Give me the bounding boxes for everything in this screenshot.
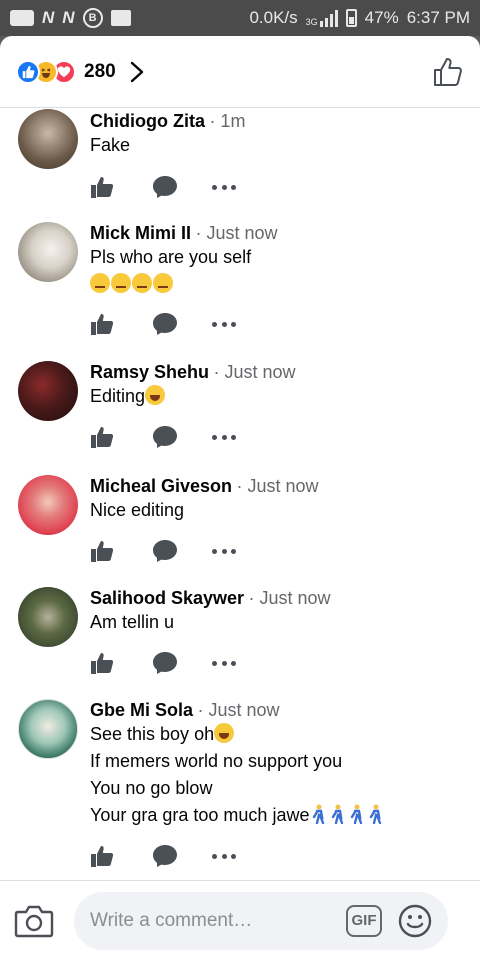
status-bar: N N B 0.0K/s 3G 47% 6:37 PM bbox=[0, 0, 480, 36]
comments-sheet: 280 Chidiogo Zita · 1m Fake Mick Mimi II… bbox=[0, 36, 480, 960]
more-options-icon[interactable] bbox=[212, 660, 236, 666]
app-n-icon-2: N bbox=[62, 8, 75, 27]
comment-list: Chidiogo Zita · 1m Fake Mick Mimi II · J… bbox=[0, 108, 480, 880]
chevron-right-icon bbox=[130, 61, 143, 82]
comment-composer: Write a comment… GIF bbox=[0, 880, 480, 960]
comment-actions bbox=[90, 425, 236, 449]
comment-emoji-line bbox=[90, 271, 470, 298]
comment-actions bbox=[90, 539, 236, 563]
battery-icon bbox=[345, 9, 357, 27]
app-n-icon: N bbox=[42, 8, 55, 27]
comment-icon[interactable] bbox=[152, 175, 178, 199]
laughing-emoji-icon bbox=[145, 385, 166, 405]
like-icon[interactable] bbox=[90, 312, 116, 336]
comment-icon[interactable] bbox=[152, 844, 178, 868]
like-icon[interactable] bbox=[90, 844, 116, 868]
commenter-name[interactable]: Salihood Skaywer bbox=[90, 588, 244, 608]
comment-actions bbox=[90, 844, 236, 868]
comment-text: See this boy oh bbox=[90, 724, 215, 744]
commenter-name[interactable]: Gbe Mi Sola bbox=[90, 700, 193, 720]
comment-text: Your gra gra too much jawe bbox=[90, 805, 310, 825]
comment-text-line: See this boy oh bbox=[90, 721, 470, 748]
commenter-name[interactable]: Micheal Giveson bbox=[90, 476, 232, 496]
signal-icon: 3G bbox=[306, 9, 338, 27]
comment-input[interactable]: Write a comment… GIF bbox=[74, 891, 448, 950]
comment-text: Fake bbox=[90, 135, 131, 155]
comment-actions bbox=[90, 651, 236, 675]
comment-icon[interactable] bbox=[152, 312, 178, 336]
comment-icon[interactable] bbox=[152, 651, 178, 675]
avatar[interactable] bbox=[18, 109, 78, 169]
more-options-icon[interactable] bbox=[212, 434, 236, 440]
emoji-picker-icon[interactable] bbox=[398, 904, 432, 938]
battery-percent: 47% bbox=[364, 8, 399, 27]
comment-icon[interactable] bbox=[152, 539, 178, 563]
reactions-header: 280 bbox=[0, 36, 480, 108]
reactions-summary[interactable]: 280 bbox=[16, 59, 144, 84]
comment-text: Pls who are you self bbox=[90, 247, 252, 267]
comment-text: Nice editing bbox=[90, 500, 185, 520]
unamused-emoji-icon bbox=[132, 273, 152, 293]
comment-icon[interactable] bbox=[152, 425, 178, 449]
comment-text: Editing bbox=[90, 386, 146, 406]
unamused-emoji-icon bbox=[111, 273, 131, 293]
unamused-emoji-icon bbox=[153, 273, 173, 293]
commenter-name[interactable]: Mick Mimi II bbox=[90, 223, 191, 243]
clock: 6:37 PM bbox=[406, 8, 470, 27]
unamused-emoji-icon bbox=[90, 273, 110, 293]
message-notification-icon bbox=[10, 10, 34, 26]
avatar[interactable] bbox=[18, 587, 78, 647]
comment-text: If memers world no support you bbox=[90, 751, 343, 771]
reaction-count: 280 bbox=[84, 60, 116, 82]
comment-text-line: Editing bbox=[90, 383, 470, 410]
camera-icon[interactable] bbox=[14, 903, 54, 939]
network-speed: 0.0K/s bbox=[249, 8, 298, 27]
comment-text: You no go blow bbox=[90, 778, 213, 798]
comment-text-line: Your gra gra too much jawe bbox=[90, 802, 470, 829]
avatar[interactable] bbox=[18, 361, 78, 421]
comment-time: · Just now bbox=[195, 223, 278, 243]
like-icon[interactable] bbox=[90, 175, 116, 199]
comment-actions bbox=[90, 175, 236, 199]
laughing-emoji-icon bbox=[214, 723, 235, 743]
more-options-icon[interactable] bbox=[212, 548, 236, 554]
gif-button[interactable]: GIF bbox=[346, 904, 382, 937]
avatar[interactable] bbox=[18, 475, 78, 535]
commenter-name[interactable]: Chidiogo Zita bbox=[90, 111, 205, 131]
like-icon[interactable] bbox=[90, 539, 116, 563]
like-icon[interactable] bbox=[90, 651, 116, 675]
walking-person-emoji-icon bbox=[351, 804, 363, 824]
like-reaction-icon bbox=[16, 59, 40, 84]
walking-person-emoji-icon bbox=[370, 804, 382, 824]
comment-time: · Just now bbox=[236, 476, 319, 496]
avatar[interactable] bbox=[18, 699, 78, 759]
comment-time: · Just now bbox=[248, 588, 331, 608]
commenter-name[interactable]: Ramsy Shehu bbox=[90, 362, 209, 382]
app-b-icon: B bbox=[82, 8, 103, 28]
comment-input-placeholder: Write a comment… bbox=[90, 909, 253, 931]
walking-person-emoji-icon bbox=[313, 804, 325, 824]
comment-text: Am tellin u bbox=[90, 612, 175, 632]
like-outline-icon[interactable] bbox=[432, 56, 464, 88]
walking-person-emoji-icon bbox=[332, 804, 344, 824]
network-type: 3G bbox=[305, 17, 318, 27]
comment-time: · Just now bbox=[197, 700, 280, 720]
like-icon[interactable] bbox=[90, 425, 116, 449]
avatar[interactable] bbox=[18, 222, 78, 282]
more-options-icon[interactable] bbox=[212, 853, 236, 859]
more-options-icon[interactable] bbox=[212, 184, 236, 190]
comment-actions bbox=[90, 312, 236, 336]
comment-time: · 1m bbox=[209, 111, 246, 131]
comment-time: · Just now bbox=[213, 362, 296, 382]
gallery-icon bbox=[110, 10, 131, 26]
more-options-icon[interactable] bbox=[212, 321, 236, 327]
